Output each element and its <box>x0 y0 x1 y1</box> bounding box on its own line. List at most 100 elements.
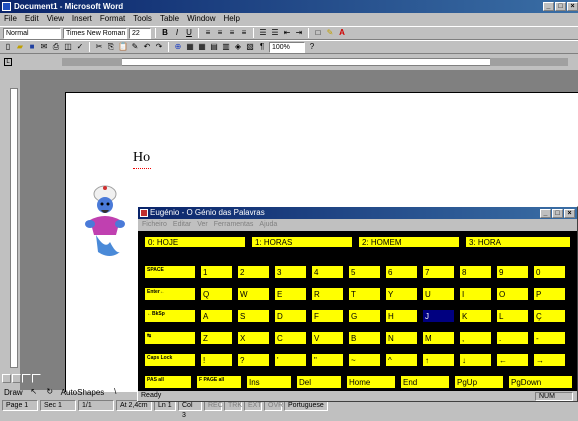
hyperlink-icon[interactable]: ⊕ <box>173 42 183 52</box>
key[interactable]: O <box>496 287 529 301</box>
numbering-icon[interactable]: ☰ <box>258 28 268 38</box>
key[interactable]: M <box>422 331 455 345</box>
border-icon[interactable]: □ <box>313 28 323 38</box>
key[interactable]: A <box>200 309 233 323</box>
draw-menu[interactable]: Draw <box>4 388 23 397</box>
key[interactable]: ' <box>274 353 307 367</box>
key[interactable]: J <box>422 309 455 323</box>
align-right-icon[interactable]: ≡ <box>227 28 237 38</box>
insert-table-icon[interactable]: ▦ <box>197 42 207 52</box>
key[interactable]: , <box>459 331 492 345</box>
print-view-button[interactable] <box>22 374 31 383</box>
menu-format[interactable]: Format <box>100 13 125 25</box>
menu-table[interactable]: Table <box>160 13 179 25</box>
columns-icon[interactable]: ▥ <box>221 42 231 52</box>
prediction-1[interactable]: 1: HORAS <box>251 236 353 248</box>
eugenio-app-icon[interactable] <box>140 209 148 217</box>
key[interactable]: ! <box>200 353 233 367</box>
key[interactable]: T <box>348 287 381 301</box>
key[interactable]: ? <box>237 353 270 367</box>
prediction-0[interactable]: 0: HOJE <box>144 236 246 248</box>
key[interactable]: ↓ <box>459 353 492 367</box>
key-pas[interactable]: PAS all <box>144 375 192 389</box>
key[interactable]: ~ <box>348 353 381 367</box>
word-app-icon[interactable] <box>2 2 11 11</box>
key-end[interactable]: End <box>400 375 450 389</box>
function-key[interactable]: Caps Lock <box>144 353 196 367</box>
new-document-icon[interactable]: ▯ <box>3 42 13 52</box>
key[interactable]: ← <box>496 353 529 367</box>
menu-window[interactable]: Window <box>187 13 215 25</box>
key[interactable]: B <box>348 331 381 345</box>
spelling-icon[interactable]: ✓ <box>75 42 85 52</box>
key[interactable]: 6 <box>385 265 418 279</box>
paste-icon[interactable]: 📋 <box>118 42 128 52</box>
eugenio-menu-ficheiro[interactable]: Ficheiro <box>142 219 167 230</box>
menu-file[interactable]: File <box>4 13 17 25</box>
document-map-icon[interactable]: ▧ <box>245 42 255 52</box>
key[interactable]: Y <box>385 287 418 301</box>
help-icon[interactable]: ? <box>307 42 317 52</box>
key[interactable]: E <box>274 287 307 301</box>
zoom-select[interactable]: 100% <box>269 41 305 53</box>
key[interactable]: U <box>422 287 455 301</box>
key[interactable]: 5 <box>348 265 381 279</box>
key-del[interactable]: Del <box>296 375 342 389</box>
function-key[interactable]: Enter← <box>144 287 196 301</box>
menu-insert[interactable]: Insert <box>72 13 92 25</box>
function-key[interactable]: SPACE <box>144 265 196 279</box>
eugenio-menu-editar[interactable]: Editar <box>173 219 191 230</box>
insert-excel-icon[interactable]: ▤ <box>209 42 219 52</box>
key[interactable]: - <box>533 331 566 345</box>
key[interactable]: 3 <box>274 265 307 279</box>
key[interactable]: Q <box>200 287 233 301</box>
key[interactable]: G <box>348 309 381 323</box>
key[interactable]: ↑ <box>422 353 455 367</box>
office-assistant-genie-icon[interactable] <box>80 180 130 260</box>
key-pgdown[interactable]: PgDown <box>508 375 573 389</box>
autoshapes-menu[interactable]: AutoShapes <box>61 388 105 397</box>
function-key[interactable]: ↹ <box>144 331 196 345</box>
align-center-icon[interactable]: ≡ <box>215 28 225 38</box>
italic-button[interactable]: I <box>172 28 182 38</box>
key[interactable]: N <box>385 331 418 345</box>
eugenio-menu-ajuda[interactable]: Ajuda <box>259 219 277 230</box>
web-view-button[interactable] <box>12 374 21 383</box>
eugenio-menu-ver[interactable]: Ver <box>197 219 208 230</box>
key[interactable]: → <box>533 353 566 367</box>
function-key[interactable]: ←BkSp <box>144 309 196 323</box>
print-icon[interactable]: ⎙ <box>51 42 61 52</box>
increase-indent-icon[interactable]: ⇥ <box>294 28 304 38</box>
font-color-icon[interactable]: A <box>337 28 347 38</box>
print-preview-icon[interactable]: ◫ <box>63 42 73 52</box>
key[interactable]: 9 <box>496 265 529 279</box>
key[interactable]: X <box>237 331 270 345</box>
key-pgup[interactable]: PgUp <box>454 375 504 389</box>
key[interactable]: W <box>237 287 270 301</box>
drawing-icon[interactable]: ◈ <box>233 42 243 52</box>
font-select[interactable]: Times New Roman <box>63 27 127 39</box>
free-rotate-icon[interactable]: ↻ <box>45 387 55 397</box>
key[interactable]: V <box>311 331 344 345</box>
bullets-icon[interactable]: ☰ <box>270 28 280 38</box>
normal-view-button[interactable] <box>2 374 11 383</box>
key[interactable]: 4 <box>311 265 344 279</box>
key[interactable]: C <box>274 331 307 345</box>
key[interactable]: H <box>385 309 418 323</box>
menu-view[interactable]: View <box>47 13 64 25</box>
menu-tools[interactable]: Tools <box>133 13 152 25</box>
line-icon[interactable]: \ <box>110 387 120 397</box>
key[interactable]: 1 <box>200 265 233 279</box>
key[interactable]: P <box>533 287 566 301</box>
key[interactable]: 0 <box>533 265 566 279</box>
eugenio-close-button[interactable]: × <box>564 209 575 218</box>
key[interactable]: 8 <box>459 265 492 279</box>
show-hide-icon[interactable]: ¶ <box>257 42 267 52</box>
email-icon[interactable]: ✉ <box>39 42 49 52</box>
key[interactable]: 2 <box>237 265 270 279</box>
outline-view-button[interactable] <box>32 374 41 383</box>
key[interactable]: Ç <box>533 309 566 323</box>
key[interactable]: F <box>311 309 344 323</box>
minimize-button[interactable]: _ <box>543 2 554 11</box>
key[interactable]: Z <box>200 331 233 345</box>
